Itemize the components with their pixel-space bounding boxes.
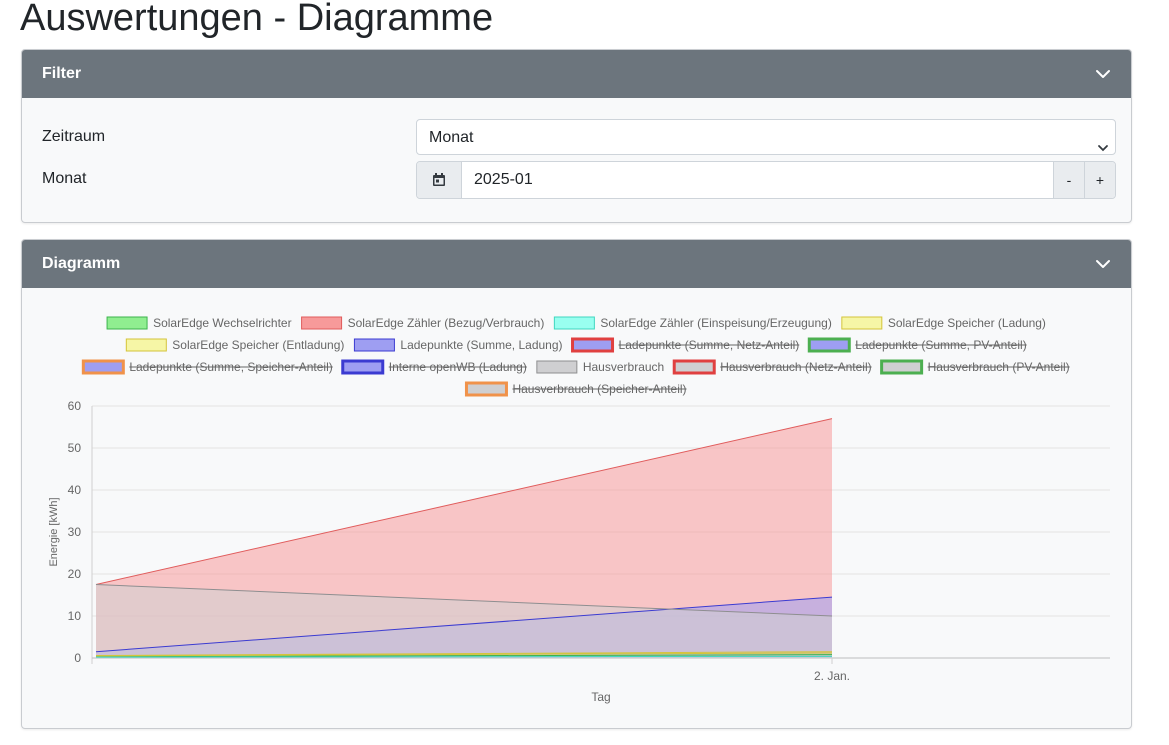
y-tick-label: 60	[68, 399, 82, 413]
y-tick-label: 20	[68, 567, 82, 581]
zeitraum-select[interactable]: Monat	[416, 119, 1116, 155]
diagram-card-title: Diagramm	[42, 255, 121, 272]
legend-swatch[interactable]	[106, 316, 148, 330]
legend-label[interactable]: SolarEdge Speicher (Ladung)	[888, 316, 1046, 330]
chevron-down-icon[interactable]	[1095, 66, 1111, 82]
y-tick-label: 50	[68, 441, 82, 455]
monat-input-group: 2025-01 - +	[416, 161, 1116, 199]
x-axis-title: Tag	[591, 690, 610, 704]
legend-swatch[interactable]	[341, 359, 385, 375]
legend-swatch[interactable]	[125, 338, 167, 352]
y-tick-label: 30	[68, 525, 82, 539]
filter-card-title: Filter	[42, 65, 82, 82]
chart-area: SolarEdge Wechselrichter SolarEdge Zähler…	[22, 288, 1131, 728]
monat-input[interactable]: 2025-01	[462, 162, 1053, 198]
legend-swatch[interactable]	[536, 360, 578, 374]
legend-swatch[interactable]	[672, 359, 716, 375]
legend-swatch[interactable]	[880, 359, 924, 375]
legend-swatch[interactable]	[807, 337, 851, 353]
legend-label[interactable]: Ladepunkte (Summe, Ladung)	[400, 338, 562, 352]
legend-label[interactable]: SolarEdge Zähler (Bezug/Verbrauch)	[348, 316, 545, 330]
legend-label[interactable]: SolarEdge Wechselrichter	[153, 316, 292, 330]
page-title: Auswertungen - Diagramme	[20, 0, 494, 39]
monat-label: Monat	[42, 170, 87, 187]
legend-label[interactable]: Hausverbrauch	[583, 360, 664, 374]
month-plus-button[interactable]: +	[1084, 162, 1115, 198]
diagram-card-header[interactable]: Diagramm	[22, 240, 1131, 288]
calendar-icon[interactable]	[417, 162, 462, 198]
legend-swatch[interactable]	[81, 359, 125, 375]
legend-swatch[interactable]	[464, 381, 508, 397]
legend-swatch[interactable]	[353, 338, 395, 352]
monat-row: Monat 2025-01 - +	[42, 161, 1116, 199]
zeitraum-select-value: Monat	[429, 129, 474, 146]
y-tick-label: 10	[68, 609, 82, 623]
zeitraum-row: Zeitraum Monat	[42, 119, 1116, 157]
legend-label[interactable]: SolarEdge Zähler (Einspeisung/Erzeugung)	[600, 316, 831, 330]
filter-card-header[interactable]: Filter	[22, 50, 1131, 98]
filter-card: Filter Zeitraum Monat Monat 2025-01 - +	[21, 49, 1132, 223]
energy-chart: SolarEdge Wechselrichter SolarEdge Zähler…	[48, 316, 1110, 704]
legend-label[interactable]: SolarEdge Speicher (Entladung)	[172, 338, 344, 352]
month-minus-button[interactable]: -	[1053, 162, 1084, 198]
chevron-down-icon[interactable]	[1095, 256, 1111, 272]
diagram-card: Diagramm SolarEdge Wechselrichter SolarEd…	[21, 239, 1132, 729]
x-tick-label: 2. Jan.	[814, 669, 850, 683]
legend-swatch[interactable]	[553, 316, 595, 330]
legend-swatch[interactable]	[841, 316, 883, 330]
legend-swatch[interactable]	[571, 337, 615, 353]
legend-swatch[interactable]	[301, 316, 343, 330]
y-tick-label: 0	[74, 651, 81, 665]
y-axis-title: Energie [kWh]	[48, 497, 60, 566]
zeitraum-label: Zeitraum	[42, 128, 106, 145]
y-tick-label: 40	[68, 483, 82, 497]
